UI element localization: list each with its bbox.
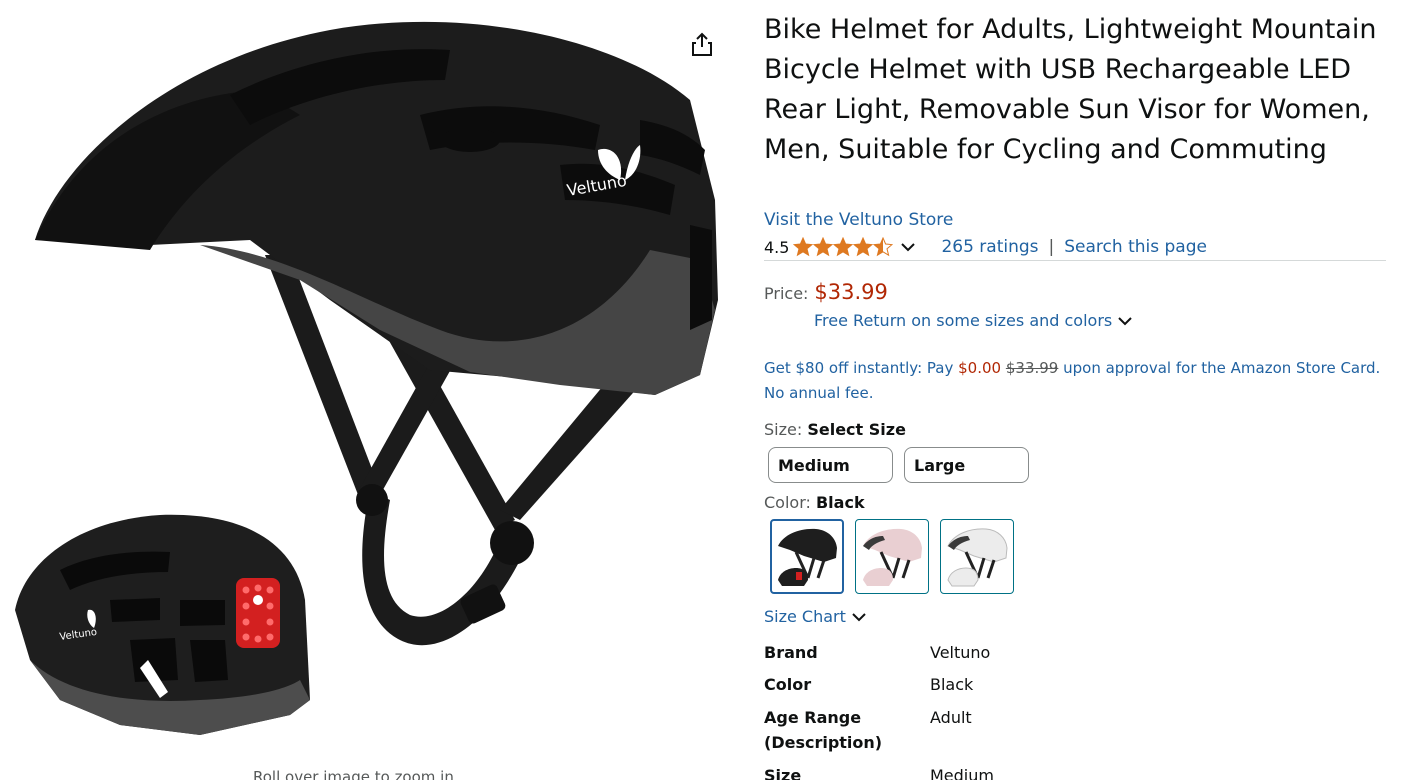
size-option-large[interactable]: Large [904, 447, 1029, 483]
size-label: Size: Select Size [764, 420, 906, 439]
divider [764, 260, 1386, 261]
spec-value: Adult [930, 708, 972, 727]
store-link[interactable]: Visit the Veltuno Store [764, 210, 953, 230]
chevron-down-icon [901, 243, 916, 252]
color-selected: Black [815, 493, 865, 512]
promo-strike-amount: $33.99 [1005, 359, 1059, 377]
spec-value: Veltuno [930, 643, 991, 662]
product-image-area: Veltuno Veltuno Roll over image to zoom … [0, 0, 740, 780]
zoom-hint-text: Roll over image to zoom in [253, 768, 454, 780]
spec-row: Color Black [764, 672, 1386, 697]
color-label: Color: Black [764, 493, 865, 512]
price-label: Price: [764, 284, 809, 303]
rating-dropdown[interactable] [901, 242, 916, 252]
size-chart-link[interactable]: Size Chart [764, 607, 866, 626]
spec-key: Color [764, 675, 812, 694]
spec-value: Black [930, 675, 974, 694]
size-label-key: Size: [764, 420, 803, 439]
size-chart-label: Size Chart [764, 607, 846, 626]
ratings-count-link[interactable]: 265 ratings [941, 237, 1038, 257]
price-row: Price: $33.99 [764, 280, 888, 304]
price-value: $33.99 [814, 280, 888, 304]
star-icons [793, 237, 894, 257]
helmet-thumbnail-black [778, 528, 837, 586]
product-title: Bike Helmet for Adults, Lightweight Moun… [764, 14, 1377, 165]
color-swatch-black[interactable] [770, 519, 844, 594]
share-button[interactable] [686, 28, 718, 60]
color-swatch-pink[interactable] [855, 519, 929, 594]
free-return-label: Free Return on some sizes and colors [814, 311, 1113, 330]
spec-key: Brand [764, 643, 818, 662]
rating-value: 4.5 [764, 237, 790, 257]
spec-key: Age Range (Description) [764, 708, 883, 752]
color-swatches [770, 519, 1014, 594]
separator: | [1048, 237, 1055, 257]
spec-row: Brand Veltuno [764, 640, 1386, 665]
rating-row: 4.5 265 ratings | Search this page [764, 235, 1207, 259]
store-card-promo[interactable]: Get $80 off instantly: Pay $0.00 $33.99 … [764, 356, 1386, 406]
size-selected: Select Size [807, 420, 906, 439]
spec-row: Age Range (Description) Adult [764, 705, 1386, 755]
helmet-thumbnail-white [947, 527, 1008, 586]
free-return-link[interactable]: Free Return on some sizes and colors [814, 311, 1132, 330]
spec-value: Medium [930, 766, 994, 780]
product-specs: Brand Veltuno Color Black Age Range (Des… [764, 640, 1386, 780]
chevron-down-icon [852, 612, 866, 621]
size-option-medium[interactable]: Medium [768, 447, 893, 483]
spec-row: Size Medium [764, 763, 1386, 780]
size-options: Medium Large [768, 447, 1029, 483]
promo-text-1: Get $80 off instantly: Pay [764, 359, 959, 377]
share-icon [692, 32, 712, 56]
color-swatch-white[interactable] [940, 519, 1014, 594]
color-label-key: Color: [764, 493, 811, 512]
star-rating[interactable] [793, 237, 894, 257]
promo-pay-amount: $0.00 [958, 359, 1002, 377]
spec-key: Size [764, 766, 802, 780]
helmet-thumbnail-pink [863, 528, 922, 586]
chevron-down-icon [1118, 316, 1132, 325]
search-page-link[interactable]: Search this page [1064, 237, 1207, 257]
product-main-image[interactable]: Veltuno Veltuno [0, 0, 740, 770]
